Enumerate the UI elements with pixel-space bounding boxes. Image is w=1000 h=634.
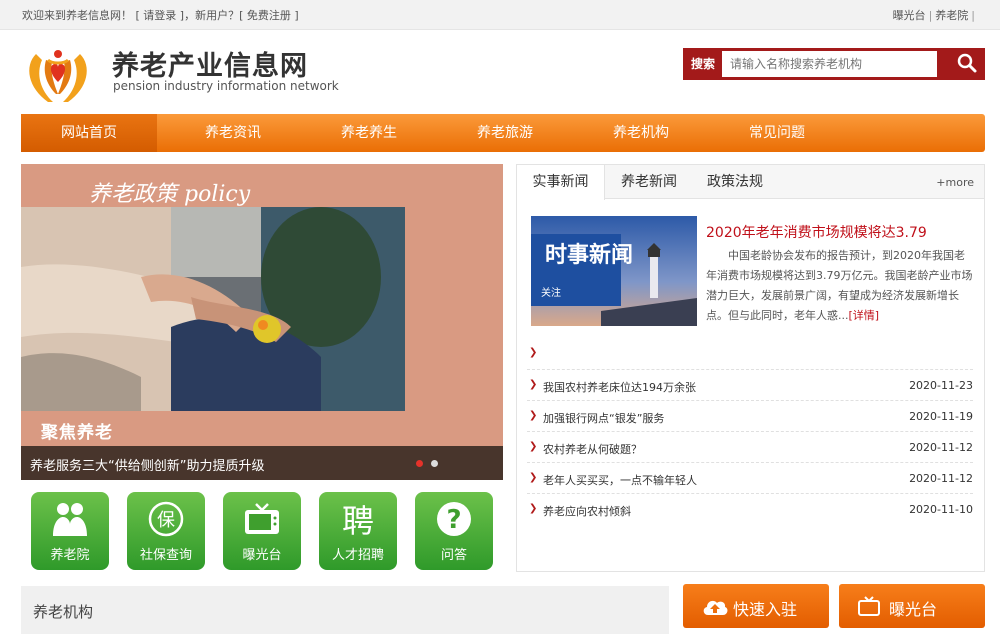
institutions-section-header: 养老机构 [21, 586, 669, 634]
featured-title[interactable]: 2020年老年消费市场规模将达3.79 [706, 222, 927, 242]
search-icon [957, 53, 977, 73]
svg-text:聘: 聘 [342, 502, 374, 538]
news-date: 2020-11-23 [909, 379, 973, 392]
quick-nursing-home[interactable]: 养老院 [31, 492, 109, 570]
news-date: 2020-11-12 [909, 441, 973, 454]
welcome-text: 欢迎来到养老信息网！ [22, 9, 132, 22]
nav-institutions[interactable]: 养老机构 [573, 114, 709, 152]
new-user-text: ，新用户？ [184, 9, 240, 22]
tab-policy[interactable]: 政策法规 [695, 165, 775, 199]
divider: | [971, 9, 975, 22]
featured-summary: 中国老龄协会发布的报告预计，到2020年我国老年消费市场规模将达到3.79万亿元… [706, 249, 973, 322]
divider: | [928, 9, 933, 22]
featured-image[interactable]: 时事新闻 关注 [531, 216, 697, 326]
welcome-area: 欢迎来到养老信息网！ [ 请登录 ]，新用户？[ 免费注册 ] [22, 7, 299, 23]
slide-dot-1[interactable] [416, 460, 423, 467]
tv-icon [245, 503, 279, 534]
quick-label: 养老院 [50, 548, 90, 563]
tab-current-news[interactable]: 实事新闻 [517, 165, 605, 200]
news-title[interactable]: 农村养老从何破题？ [543, 441, 642, 457]
bracket: ] [294, 9, 299, 22]
slide-dot-2[interactable] [431, 460, 438, 467]
main-nav: 网站首页 养老资讯 养老养生 养老旅游 养老机构 常见问题 [21, 114, 985, 152]
nav-news[interactable]: 养老资讯 [165, 114, 301, 152]
news-date: 2020-11-12 [909, 472, 973, 485]
quick-qa[interactable]: ? 问答 [415, 492, 493, 570]
more-link[interactable]: +more [936, 176, 974, 189]
banner-slider[interactable]: 养老政策 policy 聚焦养老 养老服务三大“供给侧创新”助力提质升级 [21, 164, 503, 480]
news-row[interactable]: ❯ 我国农村养老床位达194万余张 2020-11-23 [527, 369, 973, 400]
quick-label: 社保查询 [139, 548, 192, 563]
news-title[interactable]: 我国农村养老床位达194万余张 [543, 379, 696, 395]
tv-icon [858, 596, 880, 616]
banner-title: 养老政策 policy [89, 182, 251, 207]
quick-label: 曝光台 [242, 548, 282, 563]
quick-label: 人才招聘 [331, 548, 384, 563]
banner-photo[interactable] [21, 207, 405, 411]
bracket: [ [239, 9, 244, 22]
nav-travel[interactable]: 养老旅游 [437, 114, 573, 152]
bao-char-icon: 保 [148, 501, 184, 537]
search-box: 搜索 [683, 48, 985, 80]
banner-tag: 聚焦养老 [41, 423, 113, 443]
search-input[interactable] [722, 51, 937, 77]
site-title: 养老产业信息网 [112, 51, 308, 82]
news-date: 2020-11-19 [909, 410, 973, 423]
banner-caption[interactable]: 养老服务三大“供给侧创新”助力提质升级 [30, 455, 264, 474]
exposure-label: 曝光台 [889, 600, 938, 619]
svg-text:?: ? [446, 505, 461, 535]
nursing-home-link[interactable]: 养老院 [935, 9, 968, 22]
quick-exposure[interactable]: 曝光台 [223, 492, 301, 570]
bracket: [ [135, 9, 140, 22]
quick-join-label: 快速入驻 [733, 600, 798, 619]
top-bar: 欢迎来到养老信息网！ [ 请登录 ]，新用户？[ 免费注册 ] 曝光台 | 养老院 | [0, 0, 1000, 30]
svg-text:保: 保 [157, 510, 175, 531]
question-icon: ? [437, 502, 471, 536]
register-link[interactable]: 免费注册 [247, 9, 291, 22]
detail-link[interactable]: [详情] [849, 309, 880, 322]
top-links: 曝光台 | 养老院 | [893, 7, 978, 23]
quick-label: 问答 [440, 548, 467, 563]
chevron-right-icon: ❯ [529, 441, 538, 452]
pin-char-icon: 聘 [342, 502, 374, 538]
search-label: 搜索 [690, 57, 715, 71]
chevron-right-icon: ❯ [529, 472, 538, 483]
nav-faq[interactable]: 常见问题 [709, 114, 845, 152]
tab-elderly-news[interactable]: 养老新闻 [609, 165, 689, 199]
news-tabs: 实事新闻 养老新闻 政策法规 +more [517, 165, 984, 200]
news-row[interactable]: ❯ 农村养老从何破题？ 2020-11-12 [527, 431, 973, 462]
news-title[interactable]: 养老应向农村倾斜 [543, 503, 631, 519]
news-title[interactable]: 加强银行网点“银发”服务 [543, 410, 664, 426]
section-title: 养老机构 [33, 603, 94, 621]
exposure-button[interactable]: 曝光台 [839, 584, 985, 628]
news-title[interactable]: 老年人买买买，一点不输年轻人 [543, 472, 697, 488]
featured-image-small-text: 关注 [541, 286, 561, 299]
search-button[interactable] [951, 49, 984, 79]
quick-join-button[interactable]: 快速入驻 [683, 584, 829, 628]
news-date: 2020-11-10 [909, 503, 973, 516]
chevron-right-icon: ❯ [529, 379, 538, 390]
news-row[interactable]: ❯ 加强银行网点“银发”服务 2020-11-19 [527, 400, 973, 431]
news-row[interactable]: ❯ 养老应向农村倾斜 2020-11-10 [527, 493, 973, 524]
chevron-right-icon: ❯ [529, 410, 538, 421]
chevron-right-icon: ❯ [529, 503, 538, 514]
elderly-people-icon [53, 503, 87, 536]
nav-health[interactable]: 养老养生 [301, 114, 437, 152]
chevron-right-icon: ❯ [529, 347, 538, 358]
exposure-link[interactable]: 曝光台 [893, 9, 926, 22]
featured-image-text: 时事新闻 [545, 242, 633, 268]
site-logo[interactable] [22, 40, 94, 108]
nav-home[interactable]: 网站首页 [21, 114, 157, 152]
site-subtitle: pension industry information network [113, 79, 339, 93]
featured-text: 中国老龄协会发布的报告预计，到2020年我国老年消费市场规模将达到3.79万亿元… [706, 246, 974, 326]
news-panel: 实事新闻 养老新闻 政策法规 +more 时事新闻 关注 2020年老年消费市场… [516, 164, 985, 572]
login-link[interactable]: 请登录 [143, 9, 176, 22]
news-row[interactable]: ❯ 老年人买买买，一点不输年轻人 2020-11-12 [527, 462, 973, 493]
quick-social-security[interactable]: 保 社保查询 [127, 492, 205, 570]
cloud-upload-icon [703, 600, 728, 615]
quick-recruit[interactable]: 聘 人才招聘 [319, 492, 397, 570]
